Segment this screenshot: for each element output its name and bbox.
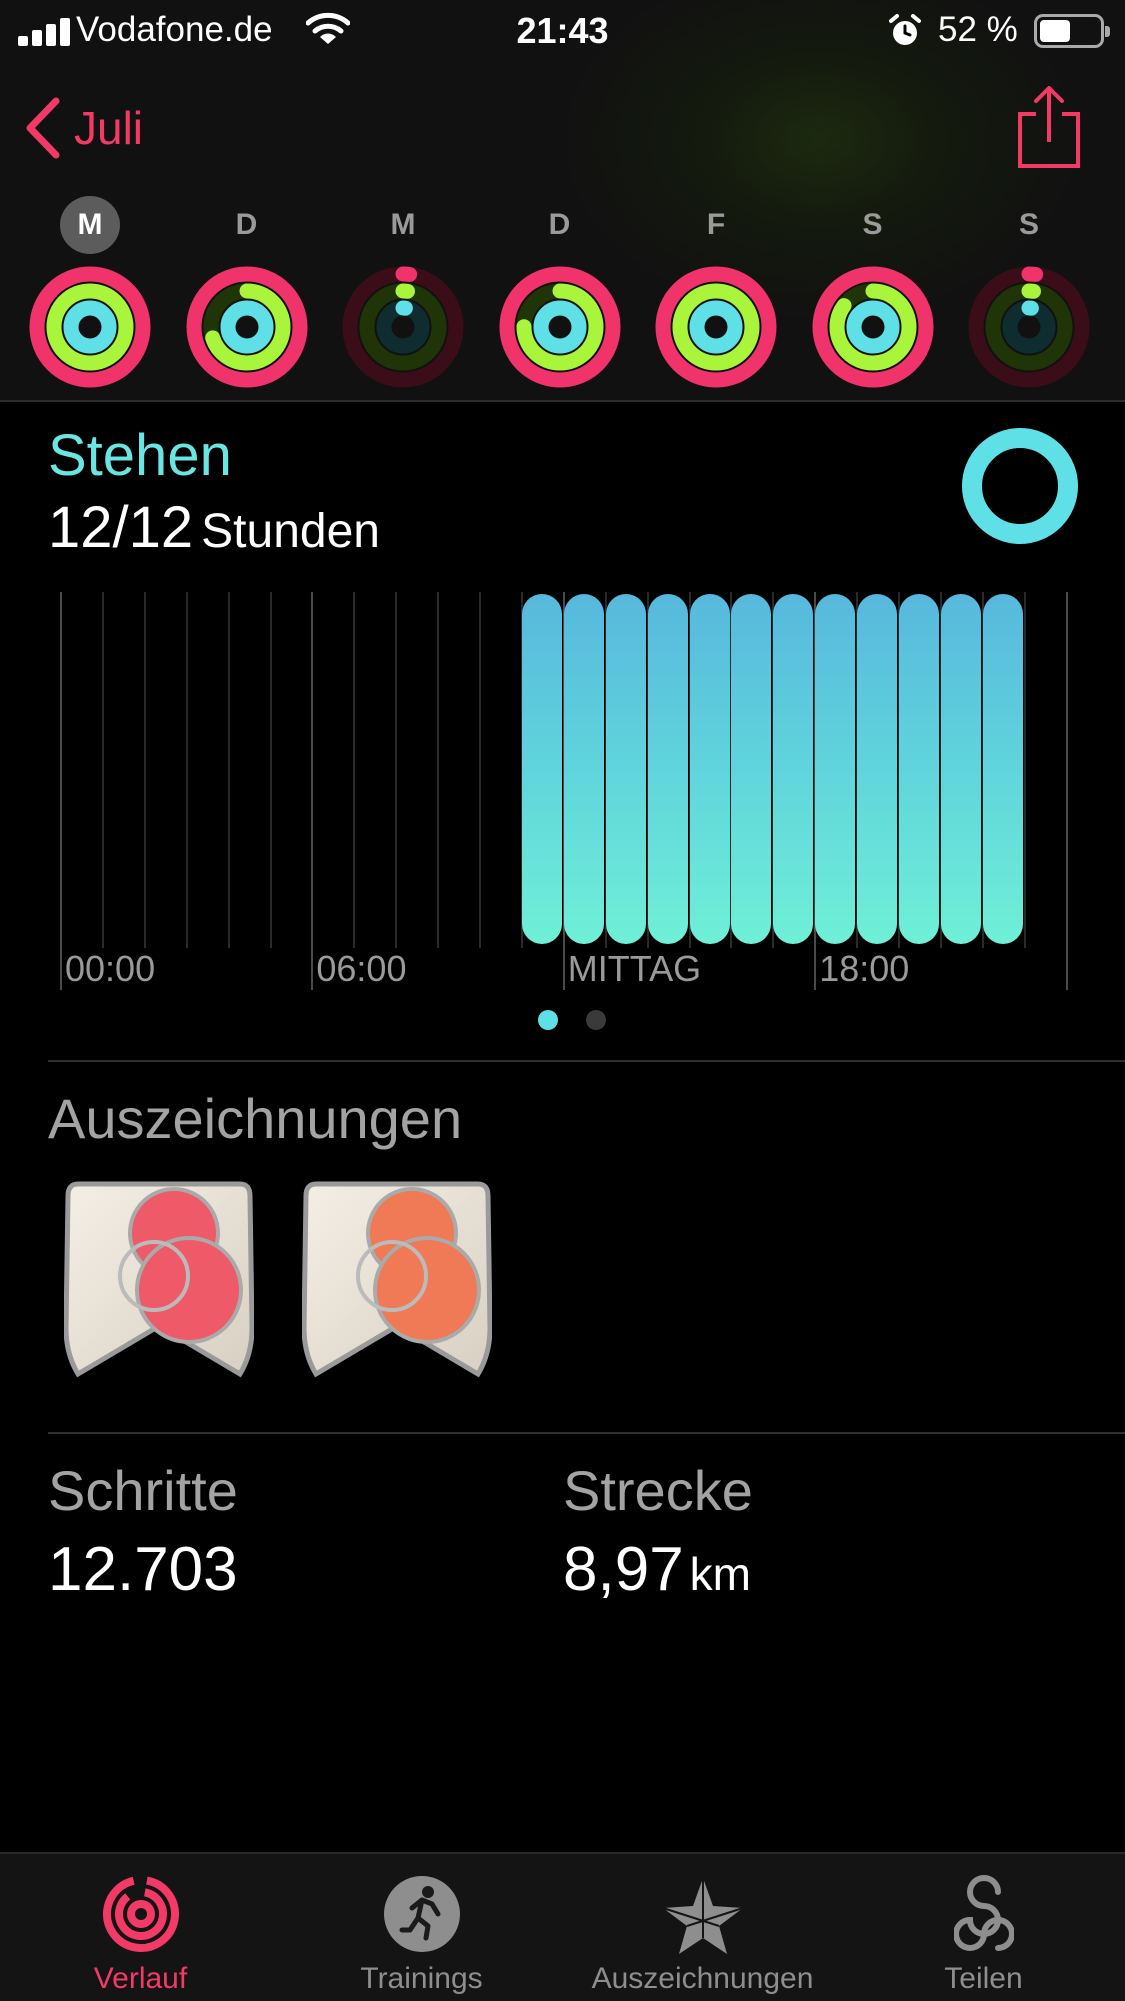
chart-bar: [605, 594, 646, 944]
day-6[interactable]: S: [966, 196, 1092, 396]
chart-tick-label: MITTAG: [567, 948, 702, 989]
stand-ring: [220, 300, 273, 354]
activity-rings-icon: [342, 266, 464, 388]
stand-unit: Stunden: [201, 505, 380, 558]
page-dot[interactable]: [586, 1010, 606, 1030]
perfect-week-exercise-badge-icon[interactable]: [302, 1178, 492, 1378]
day-0[interactable]: M: [27, 196, 153, 396]
activity-rings-icon: [968, 266, 1090, 388]
chart-gridline: [311, 592, 314, 990]
chart-bar: [647, 594, 688, 944]
distance-value: 8,97 km: [563, 1534, 751, 1605]
distance-number: 8,97: [563, 1535, 684, 1604]
tab-trainings[interactable]: Trainings: [281, 1854, 562, 2001]
awards-title: Auszeichnungen: [48, 1087, 463, 1150]
chart-bar: [857, 594, 898, 944]
activity-rings-icon: [655, 266, 777, 388]
stand-value: 12/12 Stunden: [48, 494, 380, 561]
tab-label: Teilen: [944, 1962, 1023, 1995]
tab-bar: Verlauf Trainings Auszeichnungen Teilen: [0, 1852, 1125, 2001]
battery-icon: [1034, 14, 1110, 48]
stand-ring: [63, 300, 117, 354]
chart-bar: [815, 594, 856, 944]
day-letter: S: [862, 208, 883, 241]
perfect-week-stand-badge-icon[interactable]: [64, 1178, 254, 1378]
stand-ring: [533, 300, 586, 354]
day-letter: D: [548, 208, 571, 241]
day-1[interactable]: D: [184, 196, 310, 396]
chevron-left-icon: [26, 97, 60, 159]
stand-hours: 12/12: [48, 495, 194, 560]
divider: [48, 1432, 1125, 1434]
status-bar: Vodafone.de 21:43 52 %: [0, 0, 1125, 62]
chart-bar: [940, 594, 981, 944]
star-award-icon: [662, 1878, 743, 1954]
chart-bar: [563, 594, 604, 944]
activity-rings-icon: [499, 266, 620, 388]
chart-gridline: [269, 592, 272, 948]
chart-tick-label: 00:00: [65, 948, 156, 989]
day-letter: M: [390, 208, 416, 241]
chart-bar: [521, 594, 562, 944]
battery-percentage: 52 %: [938, 10, 1018, 49]
tab-teilen[interactable]: Teilen: [843, 1854, 1124, 2001]
day-5[interactable]: S: [810, 196, 936, 396]
activity-rings-icon: [186, 266, 307, 388]
chart-gridline: [60, 592, 62, 990]
tab-label: Verlauf: [93, 1962, 188, 1995]
stand-ring: [846, 300, 899, 354]
stand-ring-icon[interactable]: [960, 426, 1080, 546]
chart-gridline: [1023, 592, 1026, 948]
chart-bar: [731, 594, 772, 944]
distance-unit: km: [689, 1548, 751, 1600]
page-indicator[interactable]: [0, 1010, 1125, 1030]
tab-verlauf[interactable]: Verlauf: [0, 1854, 281, 2001]
chart-bar: [689, 594, 730, 944]
back-button[interactable]: Juli: [22, 96, 143, 160]
chart-gridline: [395, 592, 398, 948]
chart-gridline: [1065, 592, 1068, 990]
activity-rings-icon: [29, 266, 151, 388]
chart-gridline: [185, 592, 188, 948]
chart-bar: [982, 594, 1023, 944]
day-4[interactable]: F: [653, 196, 779, 396]
chart-bar: [899, 594, 939, 944]
stand-ring: [689, 300, 743, 354]
tab-label: Auszeichnungen: [591, 1962, 814, 1995]
activity-rings-icon: [812, 266, 933, 388]
chart-gridline: [101, 592, 104, 948]
chart-gridline: [143, 592, 146, 948]
day-3[interactable]: D: [497, 196, 623, 396]
week-selector: MDMDFSS: [0, 196, 1125, 396]
chart-tick-label: 06:00: [316, 948, 407, 989]
activity-rings-icon: [102, 1876, 179, 1952]
divider: [48, 1060, 1125, 1062]
page-dot[interactable]: [538, 1010, 558, 1030]
distance-label: Strecke: [563, 1459, 753, 1522]
steps-label: Schritte: [48, 1459, 238, 1522]
steps-value: 12.703: [48, 1535, 238, 1604]
chart-tick-label: 18:00: [819, 948, 910, 989]
running-figure-icon: [383, 1876, 460, 1952]
chart-gridline: [353, 592, 356, 948]
day-letter: S: [1018, 208, 1039, 241]
chart-gridline: [479, 592, 481, 948]
day-2[interactable]: M: [340, 196, 466, 396]
share-icon[interactable]: [1016, 84, 1082, 170]
back-label: Juli: [74, 102, 144, 154]
stand-title: Stehen: [48, 423, 232, 488]
day-letter: D: [235, 208, 258, 241]
chart-bar: [773, 594, 814, 944]
chart-gridline: [437, 592, 440, 948]
tab-auszeichnungen[interactable]: Auszeichnungen: [562, 1854, 843, 2001]
tab-label: Trainings: [360, 1962, 483, 1995]
chart-gridline: [227, 592, 230, 948]
day-letter: F: [706, 208, 726, 241]
sharing-icon: [953, 1875, 1014, 1951]
day-letter: M: [27, 196, 153, 254]
stand-hours-chart: 00:00 06:00 MITTAG 18:00: [48, 592, 1078, 992]
alarm-icon: [889, 14, 921, 45]
